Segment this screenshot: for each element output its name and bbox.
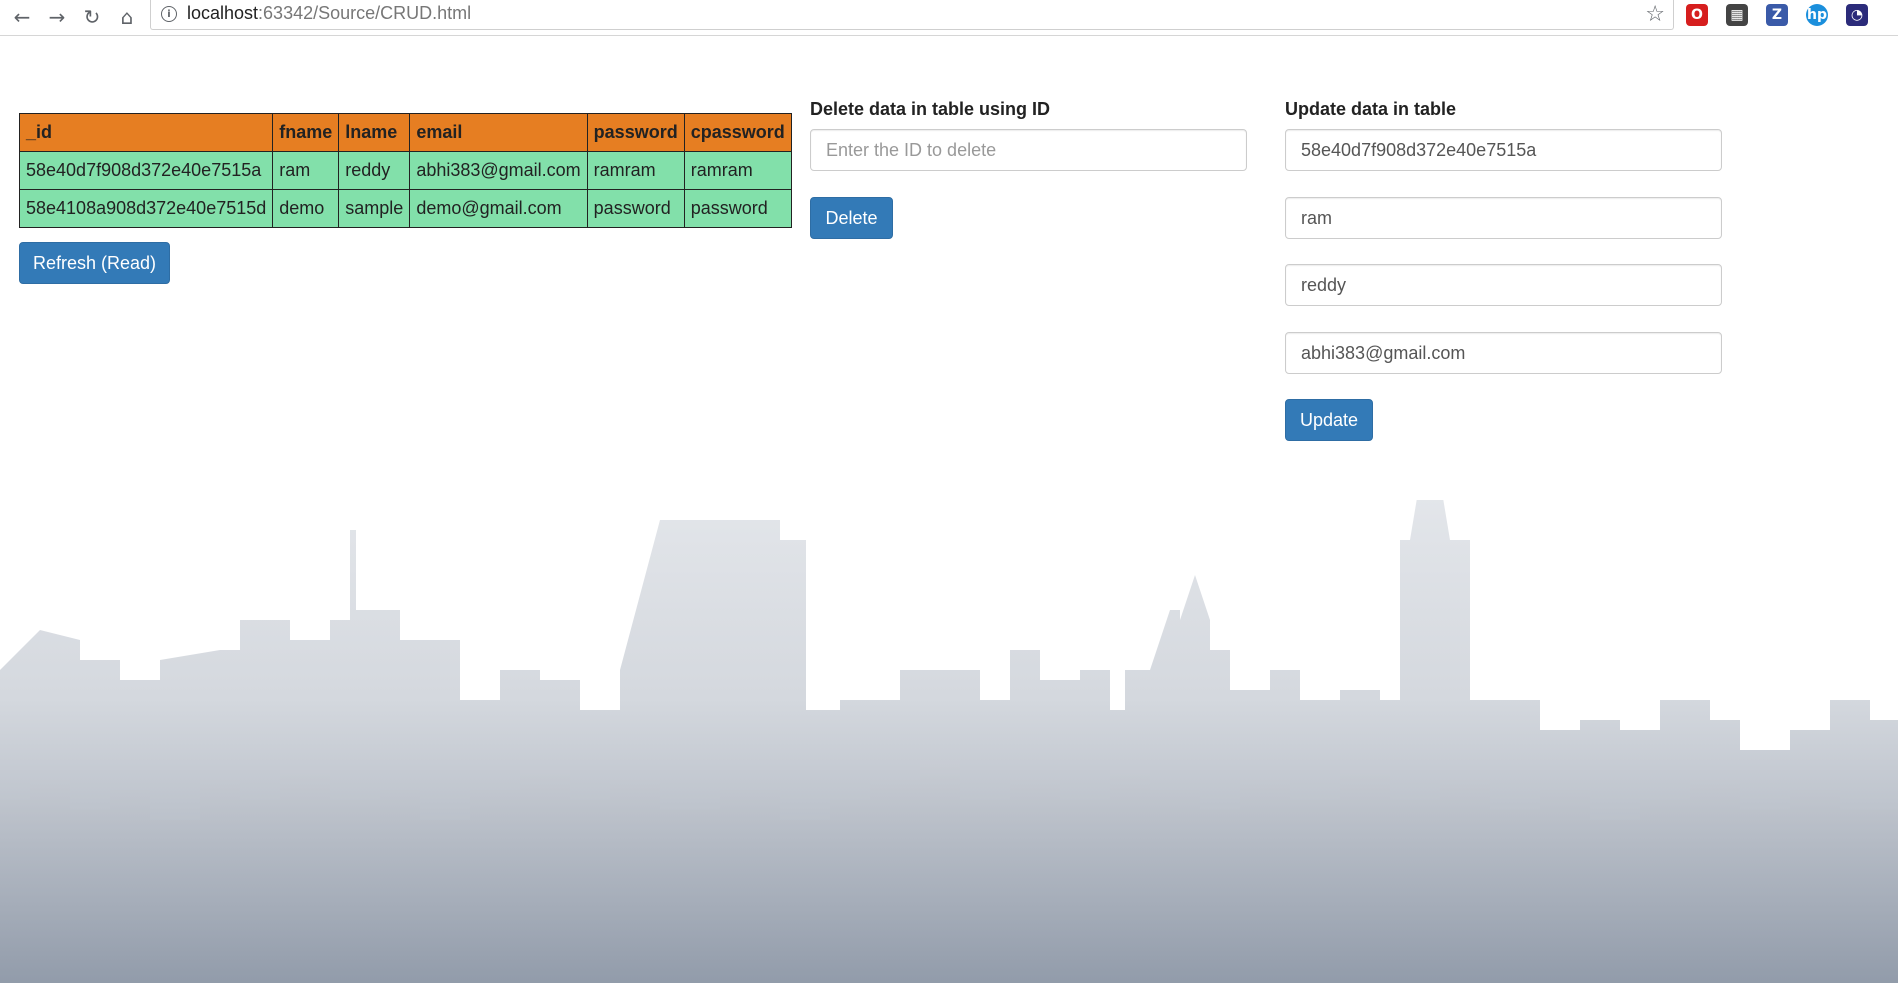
column-header: fname bbox=[272, 113, 340, 152]
update-email-field[interactable] bbox=[1285, 332, 1722, 374]
browser-toolbar: ← → ↻ ⌂ i localhost:63342/Source/CRUD.ht… bbox=[0, 0, 1898, 36]
column-header: lname bbox=[338, 113, 411, 152]
table-cell: ramram bbox=[683, 151, 792, 190]
update-fname-field[interactable] bbox=[1285, 197, 1722, 239]
column-header: email bbox=[409, 113, 588, 152]
opera-icon[interactable]: O bbox=[1686, 4, 1708, 26]
hp-icon[interactable]: hp bbox=[1806, 4, 1828, 26]
table-cell: demo bbox=[272, 189, 340, 228]
back-arrow-icon[interactable]: ← bbox=[7, 2, 37, 32]
column-header: _id bbox=[18, 113, 274, 152]
column-header: password bbox=[586, 113, 685, 152]
delete-button[interactable]: Delete bbox=[810, 197, 893, 239]
info-icon[interactable]: i bbox=[161, 6, 177, 22]
table-cell: 58e40d7f908d372e40e7515a bbox=[18, 151, 274, 190]
table-cell: demo@gmail.com bbox=[409, 189, 588, 228]
address-bar[interactable]: i localhost:63342/Source/CRUD.html ☆ bbox=[150, 0, 1674, 30]
table-cell: password bbox=[586, 189, 685, 228]
table-cell: password bbox=[683, 189, 792, 228]
table-cell: abhi383@gmail.com bbox=[409, 151, 588, 190]
refresh-read-button[interactable]: Refresh (Read) bbox=[19, 242, 170, 284]
update-section-title: Update data in table bbox=[1285, 99, 1457, 119]
reload-icon[interactable]: ↻ bbox=[77, 2, 107, 32]
url-text[interactable]: localhost:63342/Source/CRUD.html bbox=[187, 3, 471, 24]
z-icon[interactable]: Z bbox=[1766, 4, 1788, 26]
update-lname-field[interactable] bbox=[1285, 264, 1722, 306]
column-header: cpassword bbox=[683, 113, 792, 152]
table-cell: ram bbox=[272, 151, 340, 190]
table-row: 58e40d7f908d372e40e7515a ram reddy abhi3… bbox=[18, 151, 792, 190]
delete-id-input[interactable] bbox=[810, 129, 1247, 171]
film-icon[interactable]: ▦ bbox=[1726, 4, 1748, 26]
data-table: _id fname lname email password cpassword… bbox=[18, 113, 792, 228]
table-cell: reddy bbox=[338, 151, 411, 190]
delete-section-title: Delete data in table using ID bbox=[810, 99, 1051, 119]
table-cell: sample bbox=[338, 189, 411, 228]
table-row: 58e4108a908d372e40e7515d demo sample dem… bbox=[18, 189, 792, 228]
gauge-icon[interactable]: ◔ bbox=[1846, 4, 1868, 26]
update-button[interactable]: Update bbox=[1285, 399, 1373, 441]
home-icon[interactable]: ⌂ bbox=[112, 2, 142, 32]
forward-arrow-icon[interactable]: → bbox=[42, 2, 72, 32]
update-id-field[interactable] bbox=[1285, 129, 1722, 171]
table-header-row: _id fname lname email password cpassword bbox=[18, 113, 792, 152]
bookmark-star-icon[interactable]: ☆ bbox=[1645, 2, 1665, 27]
table-cell: ramram bbox=[586, 151, 685, 190]
table-cell: 58e4108a908d372e40e7515d bbox=[18, 189, 274, 228]
page-content: _id fname lname email password cpassword… bbox=[0, 36, 1898, 983]
